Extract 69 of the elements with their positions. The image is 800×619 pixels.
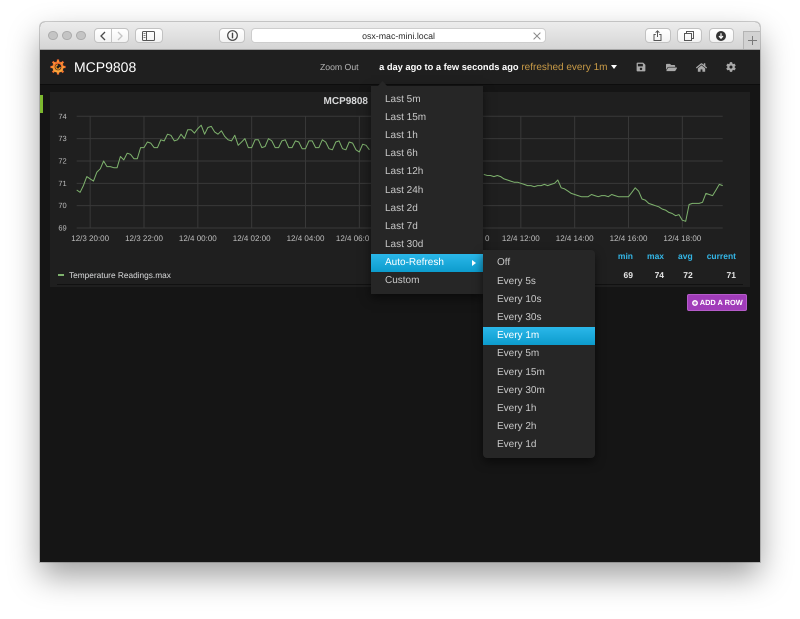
app-logo — [50, 59, 66, 75]
x-axis-label: 12/4 16:00 — [610, 234, 648, 244]
time-picker-button[interactable]: a day ago to a few seconds ago refreshed every 1m — [379, 62, 617, 72]
new-tab-button[interactable] — [743, 31, 760, 49]
legend-value: 71 — [726, 270, 736, 280]
caret-down-icon — [611, 65, 617, 69]
legend-value: 74 — [654, 270, 664, 280]
x-axis-label: 12/4 18:00 — [663, 234, 702, 244]
tabs-icon — [684, 30, 694, 40]
legend-column-header[interactable]: current — [706, 251, 736, 262]
address-field[interactable]: osx-mac-mini.local — [250, 28, 546, 43]
menu-item[interactable]: Every 5s — [483, 272, 595, 290]
menu-item[interactable]: Last 7d — [371, 217, 483, 236]
settings-icon[interactable] — [726, 62, 736, 72]
menu-item[interactable]: Every 1h — [483, 399, 595, 418]
chevron-right-icon — [117, 30, 124, 40]
x-axis-label: 0 — [484, 234, 490, 244]
x-axis-label: 12/4 00:00 — [178, 234, 217, 244]
legend-column-header[interactable]: max — [647, 251, 664, 262]
menu-item[interactable]: Last 5m — [371, 90, 483, 108]
plus-icon — [748, 36, 756, 45]
x-axis-label: 12/4 04:00 — [286, 234, 324, 244]
menu-item[interactable]: Last 12h — [371, 162, 483, 181]
download-icon — [716, 30, 726, 40]
menu-item[interactable]: Custom — [371, 272, 483, 290]
menu-item[interactable]: Last 6h — [371, 144, 483, 163]
menu-item[interactable]: Every 10s — [483, 290, 595, 308]
downloads-button[interactable] — [708, 28, 734, 43]
home-icon[interactable] — [696, 62, 706, 72]
sidebar-icon — [142, 30, 156, 40]
menu-item[interactable]: Every 5m — [483, 344, 595, 363]
sidebar-button[interactable] — [135, 28, 163, 43]
row-handle[interactable] — [40, 94, 44, 113]
chevron-left-icon — [100, 30, 106, 40]
menu-item[interactable]: Last 2d — [371, 199, 483, 218]
save-icon[interactable] — [636, 62, 646, 72]
legend-value: 69 — [624, 270, 634, 280]
menu-item[interactable]: Last 1h — [371, 126, 483, 145]
zoom-out-button[interactable]: Zoom Out — [320, 62, 359, 72]
dashboard-title: MCP9808 — [74, 59, 136, 75]
x-axis-label: 12/3 22:00 — [125, 234, 163, 244]
tabs-button[interactable] — [676, 28, 702, 43]
menu-item[interactable]: Last 30d — [371, 236, 483, 254]
menu-item[interactable]: Every 30m — [483, 381, 595, 400]
legend-column-header[interactable]: min — [618, 251, 634, 262]
x-axis-label: 12/4 06:0 — [336, 234, 370, 244]
menu-item[interactable]: Every 2h — [483, 417, 595, 436]
back-button[interactable] — [94, 28, 112, 43]
menu-item[interactable]: Last 15m — [371, 108, 483, 126]
legend-series-label[interactable]: Temperature Readings.max — [68, 270, 171, 280]
info-button[interactable] — [219, 28, 246, 43]
clear-icon[interactable] — [533, 32, 542, 40]
menu-item[interactable]: Every 30s — [483, 308, 595, 327]
menu-item[interactable]: Every 1d — [483, 436, 595, 454]
legend-value: 72 — [683, 270, 693, 280]
x-axis-label: 12/4 14:00 — [556, 234, 594, 244]
share-button[interactable] — [645, 28, 671, 43]
panel-title[interactable]: MCP9808 — [324, 95, 368, 109]
share-icon — [653, 30, 662, 41]
caret-right-icon — [472, 260, 476, 266]
info-icon — [226, 30, 238, 41]
menu-item[interactable]: Every 15m — [483, 362, 595, 382]
folder-icon[interactable] — [666, 62, 676, 72]
menu-item[interactable]: Off — [483, 254, 595, 272]
x-axis-label: 12/4 02:00 — [232, 234, 271, 244]
x-axis-label: 12/4 12:00 — [502, 234, 540, 244]
menu-item[interactable]: Last 24h — [371, 180, 483, 200]
legend-column-header[interactable]: avg — [678, 251, 693, 262]
x-axis-label: 12/3 20:00 — [71, 234, 110, 244]
